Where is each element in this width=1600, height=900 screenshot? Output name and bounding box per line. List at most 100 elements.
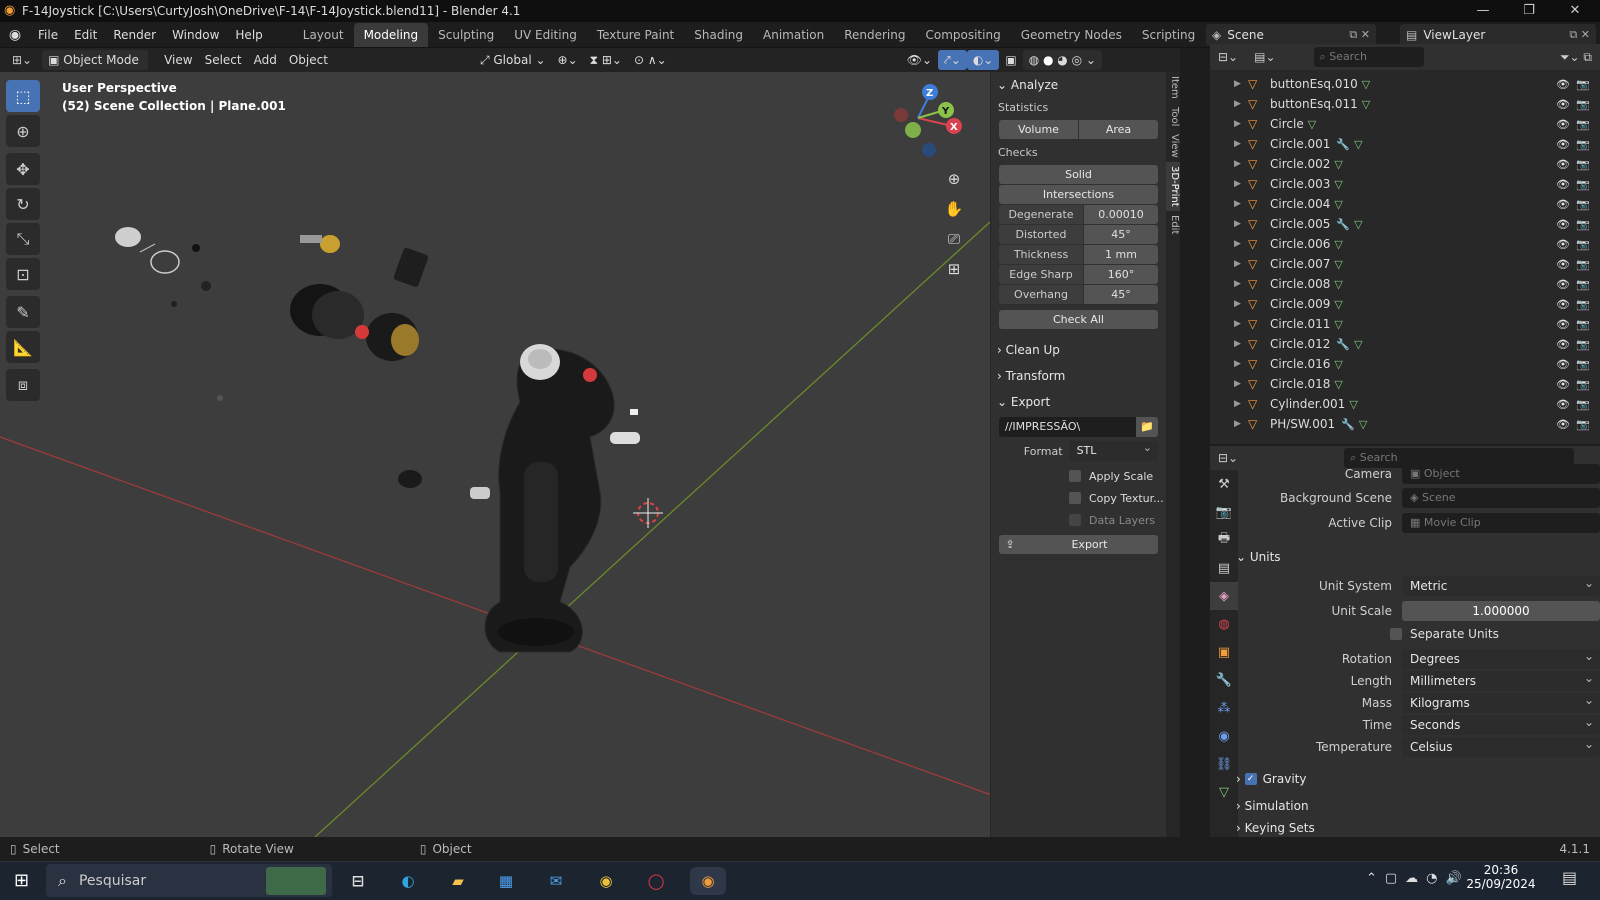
expand-arrow-icon[interactable]: ▶ xyxy=(1234,99,1248,109)
outliner-item[interactable]: ▶ ▽ Circle.001 🔧 ▽ 👁 📷 xyxy=(1210,134,1600,154)
snap-icon[interactable]: ⧗ ⊞⌄ xyxy=(584,50,628,70)
proportional-edit-icon[interactable]: ⊙ ∧⌄ xyxy=(628,50,673,70)
tab-scripting[interactable]: Scripting xyxy=(1132,23,1205,47)
edge-sharp-value[interactable]: 160° xyxy=(1084,265,1158,284)
render-camera-icon[interactable]: 📷 xyxy=(1576,398,1590,411)
mode-selector[interactable]: ▣ Object Mode ⌄ xyxy=(42,50,149,87)
tab-geometry-nodes[interactable]: Geometry Nodes xyxy=(1011,23,1132,47)
tab-tool[interactable]: Tool xyxy=(1166,103,1180,130)
tab-item[interactable]: Item xyxy=(1166,72,1180,103)
ortho-grid-icon[interactable]: ⊞ xyxy=(942,254,966,284)
expand-arrow-icon[interactable]: ▶ xyxy=(1234,379,1248,389)
time-dropdown[interactable]: Seconds xyxy=(1402,712,1600,735)
visibility-eye-icon[interactable]: 👁 xyxy=(1556,238,1570,251)
expand-arrow-icon[interactable]: ▶ xyxy=(1234,339,1248,349)
outliner-item[interactable]: ▶ ▽ Circle.007 ▽ 👁 📷 xyxy=(1210,254,1600,274)
simulation-panel-header[interactable]: › Simulation xyxy=(1236,793,1586,819)
volume-button[interactable]: Volume xyxy=(999,120,1078,139)
units-panel-header[interactable]: ⌄ Units xyxy=(1236,544,1586,570)
world-tab-icon[interactable]: ◍ xyxy=(1210,610,1238,638)
menu-edit[interactable]: Edit xyxy=(66,22,105,48)
maximize-button[interactable]: ❐ xyxy=(1506,0,1552,22)
visibility-eye-icon[interactable]: 👁 xyxy=(1556,218,1570,231)
expand-arrow-icon[interactable]: ▶ xyxy=(1234,219,1248,229)
constraints-tab-icon[interactable]: ⛓ xyxy=(1210,750,1238,778)
mesh-data-icon[interactable]: ▽ xyxy=(1334,278,1342,291)
tab-compositing[interactable]: Compositing xyxy=(915,23,1010,47)
overlay-toggle-icon[interactable]: ◐⌄ xyxy=(966,50,1000,70)
outliner-item-name[interactable]: Circle.003 xyxy=(1270,177,1330,191)
render-tab-icon[interactable]: 📷 xyxy=(1210,498,1238,526)
keying-sets-panel-header[interactable]: › Keying Sets xyxy=(1236,818,1586,837)
solid-button[interactable]: Solid xyxy=(999,165,1158,184)
render-camera-icon[interactable]: 📷 xyxy=(1576,98,1590,111)
mesh-data-icon[interactable]: ▽ xyxy=(1308,118,1316,131)
modifier-icon[interactable]: 🔧 xyxy=(1336,338,1350,351)
task-view-icon[interactable]: ⊟ xyxy=(344,867,372,895)
visibility-eye-icon[interactable]: 👁 xyxy=(1556,358,1570,371)
outliner-item[interactable]: ▶ ▽ Circle.006 ▽ 👁 📷 xyxy=(1210,234,1600,254)
rotate-tool-icon[interactable]: ↻ xyxy=(6,188,40,220)
mesh-data-icon[interactable]: ▽ xyxy=(1354,138,1362,151)
menu-object[interactable]: Object xyxy=(283,50,334,70)
expand-arrow-icon[interactable]: ▶ xyxy=(1234,399,1248,409)
outliner-item-name[interactable]: Circle.007 xyxy=(1270,257,1330,271)
outliner-item-name[interactable]: Circle xyxy=(1270,117,1304,131)
mesh-data-icon[interactable]: ▽ xyxy=(1349,398,1357,411)
outliner-item[interactable]: ▶ ▽ buttonEsq.010 ▽ 👁 📷 xyxy=(1210,74,1600,94)
apply-scale-checkbox[interactable]: Apply Scale xyxy=(991,465,1166,487)
separate-units-checkbox[interactable]: Separate Units xyxy=(1390,623,1499,645)
mesh-data-icon[interactable]: ▽ xyxy=(1334,298,1342,311)
new-viewlayer-icon[interactable]: ⧉ ✕ xyxy=(1569,28,1596,42)
outliner-item-name[interactable]: Circle.016 xyxy=(1270,357,1330,371)
expand-arrow-icon[interactable]: ▶ xyxy=(1234,299,1248,309)
editor-type-icon[interactable]: ⊞⌄ xyxy=(6,50,38,70)
temperature-dropdown[interactable]: Celsius xyxy=(1402,734,1600,757)
properties-editor-icon[interactable]: ⊟⌄ xyxy=(1210,451,1246,465)
orientation-selector[interactable]: ⤢ Global ⌄ xyxy=(474,50,552,70)
render-camera-icon[interactable]: 📷 xyxy=(1576,158,1590,171)
visibility-eye-icon[interactable]: 👁 xyxy=(1556,418,1570,431)
expand-arrow-icon[interactable]: ▶ xyxy=(1234,119,1248,129)
render-camera-icon[interactable]: 📷 xyxy=(1576,138,1590,151)
close-button[interactable]: ✕ xyxy=(1552,0,1598,22)
data-layers-box[interactable] xyxy=(1069,514,1081,526)
transform-tool-icon[interactable]: ⊡ xyxy=(6,258,40,290)
add-cube-tool-icon[interactable]: ⧈ xyxy=(6,369,40,401)
render-camera-icon[interactable]: 📷 xyxy=(1576,198,1590,211)
mesh-data-icon[interactable]: ▽ xyxy=(1334,238,1342,251)
pivot-icon[interactable]: ⊕⌄ xyxy=(552,50,584,70)
scene-selector[interactable]: ◈ Scene ⧉ ✕ xyxy=(1206,24,1376,46)
tab-3d-print[interactable]: 3D-Print xyxy=(1166,161,1180,211)
system-tray-icons[interactable]: ⌃▢☁◔🔊 xyxy=(1366,871,1470,886)
tab-view[interactable]: View xyxy=(1166,130,1180,162)
area-button[interactable]: Area xyxy=(1079,120,1158,139)
viewlayer-selector[interactable]: ▤ ViewLayer ⧉ ✕ xyxy=(1400,24,1596,46)
outliner-item[interactable]: ▶ ▽ Circle.016 ▽ 👁 📷 xyxy=(1210,354,1600,374)
object-tab-icon[interactable]: ▣ xyxy=(1210,638,1238,666)
export-path-field[interactable]: //IMPRESSÃO\ xyxy=(999,417,1136,437)
export-panel-header[interactable]: ⌄ Export xyxy=(991,389,1166,415)
measure-tool-icon[interactable]: 📐 xyxy=(6,331,40,363)
outliner-item[interactable]: ▶ ▽ Circle ▽ 👁 📷 xyxy=(1210,114,1600,134)
degenerate-value[interactable]: 0.00010 xyxy=(1084,205,1158,224)
copy-textures-box[interactable] xyxy=(1069,492,1081,504)
outliner-item[interactable]: ▶ ▽ Circle.018 ▽ 👁 📷 xyxy=(1210,374,1600,394)
tool-tab-icon[interactable]: ⚒ xyxy=(1210,470,1238,498)
blender-taskbar-icon[interactable]: ◉ xyxy=(690,867,726,895)
expand-arrow-icon[interactable]: ▶ xyxy=(1234,419,1248,429)
visibility-eye-icon[interactable]: 👁 xyxy=(1556,178,1570,191)
pan-hand-icon[interactable]: ✋ xyxy=(942,194,966,224)
outliner-item[interactable]: ▶ ▽ Circle.004 ▽ 👁 📷 xyxy=(1210,194,1600,214)
tab-shading[interactable]: Shading xyxy=(684,23,753,47)
render-camera-icon[interactable]: 📷 xyxy=(1576,318,1590,331)
visibility-eye-icon[interactable]: 👁 xyxy=(1556,278,1570,291)
tab-sculpting[interactable]: Sculpting xyxy=(428,23,504,47)
outliner-item[interactable]: ▶ ▽ Circle.002 ▽ 👁 📷 xyxy=(1210,154,1600,174)
outliner-item-name[interactable]: buttonEsq.010 xyxy=(1270,77,1358,91)
outliner-item[interactable]: ▶ ▽ Circle.005 🔧 ▽ 👁 📷 xyxy=(1210,214,1600,234)
tab-texture-paint[interactable]: Texture Paint xyxy=(587,23,684,47)
expand-arrow-icon[interactable]: ▶ xyxy=(1234,359,1248,369)
render-camera-icon[interactable]: 📷 xyxy=(1576,358,1590,371)
outliner-item-name[interactable]: Cylinder.001 xyxy=(1270,397,1345,411)
